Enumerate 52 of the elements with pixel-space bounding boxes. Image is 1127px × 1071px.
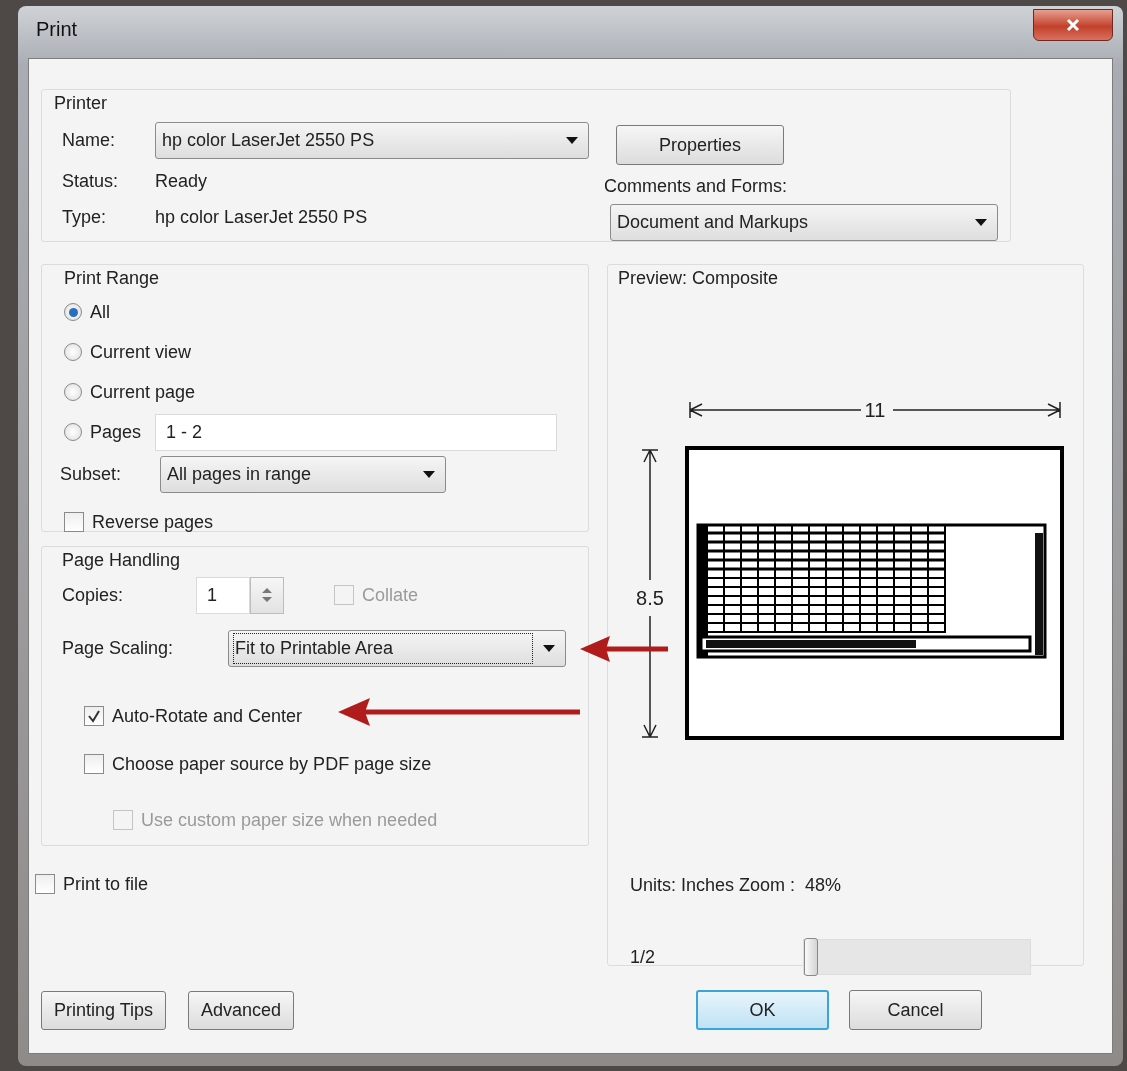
checkbox[interactable]: [84, 706, 104, 726]
slider-thumb[interactable]: [804, 938, 818, 976]
field-label: Page Scaling:: [62, 636, 175, 660]
checkbox-label[interactable]: Auto-Rotate and Center: [112, 702, 303, 730]
check-icon: [87, 709, 101, 723]
field-label: Copies:: [62, 583, 125, 607]
dialog-button[interactable]: Printing Tips: [41, 990, 167, 1030]
field-label: Status:: [62, 169, 120, 193]
scaling-select[interactable]: Fit to Printable Area: [228, 629, 566, 667]
page-number: 1/2: [630, 945, 657, 969]
close-button[interactable]: [1033, 9, 1113, 41]
field-label: Comments and Forms:: [604, 175, 789, 198]
dialog-button[interactable]: Cancel: [849, 990, 982, 1030]
radio-button[interactable]: [64, 383, 82, 401]
checkbox[interactable]: [35, 874, 55, 894]
pages-field[interactable]: 1 - 2: [155, 413, 558, 451]
up-down-arrows-icon: [260, 585, 274, 605]
caret-icon: [975, 219, 987, 226]
caret-icon: [543, 644, 555, 652]
field-label: Type:: [62, 205, 108, 229]
radio-button[interactable]: [64, 423, 82, 441]
caret-icon: [566, 136, 578, 144]
checkbox-label[interactable]: Print to file: [63, 870, 149, 898]
width-label: 11: [864, 399, 886, 421]
window-title: Print: [36, 17, 78, 42]
properties-button[interactable]: Properties: [616, 125, 784, 165]
comments-select[interactable]: Document and Markups: [610, 204, 998, 241]
checkbox-label[interactable]: Choose paper source by PDF page size: [112, 750, 432, 778]
caret-icon: [423, 470, 435, 478]
spin-button[interactable]: [250, 576, 284, 614]
checkbox[interactable]: [84, 754, 104, 774]
checkbox[interactable]: [64, 512, 84, 532]
radio-label[interactable]: Current view: [90, 338, 192, 366]
field-label: Name:: [62, 128, 116, 152]
radio-button[interactable]: [64, 303, 82, 321]
height-label: 8.5: [636, 587, 664, 609]
close-icon: [1066, 18, 1080, 32]
checkbox-label[interactable]: Reverse pages: [92, 508, 214, 536]
radio-label[interactable]: Pages: [90, 418, 142, 446]
page-slider[interactable]: [803, 939, 1031, 975]
radio-label[interactable]: All: [90, 298, 110, 326]
radio-button[interactable]: [64, 343, 82, 361]
zoom-info: Units: Inches Zoom : 48%: [630, 874, 843, 897]
field-label: Subset:: [60, 462, 123, 486]
subset-select[interactable]: All pages in range: [160, 455, 446, 493]
radio-label[interactable]: Current page: [90, 378, 196, 406]
printer-select[interactable]: hp color LaserJet 2550 PS: [155, 121, 589, 159]
field-value: hp color LaserJet 2550 PS: [155, 205, 368, 229]
field-value: Ready: [155, 169, 208, 193]
dialog-button[interactable]: Advanced: [188, 990, 295, 1030]
copies-field[interactable]: 1: [196, 576, 250, 614]
dialog-button[interactable]: OK: [696, 990, 829, 1030]
